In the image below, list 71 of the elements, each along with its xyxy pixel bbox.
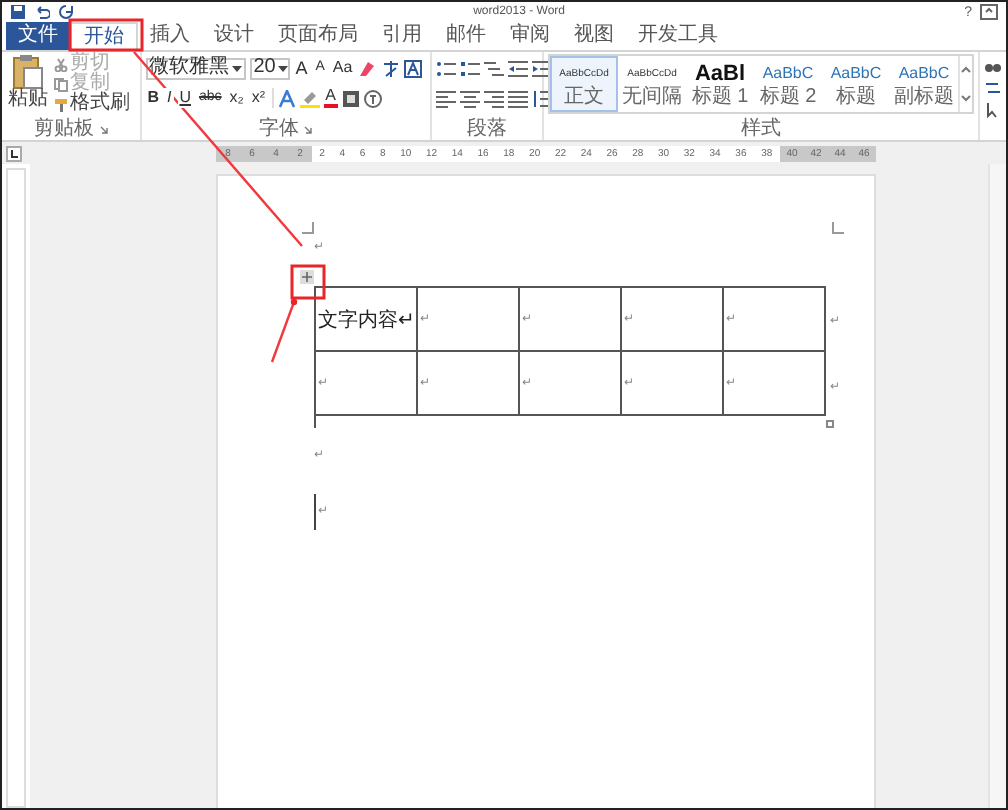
scroll-up-icon[interactable] (960, 64, 972, 76)
clear-format-icon[interactable] (358, 59, 379, 77)
ribbon-tab[interactable]: 插入 (138, 22, 202, 50)
text-cursor (314, 494, 316, 530)
highlight-box (68, 18, 144, 52)
ribbon-display-icon[interactable] (980, 4, 998, 20)
paste-button[interactable]: 粘贴 (6, 54, 50, 118)
format-button[interactable]: U (177, 88, 193, 108)
style-item[interactable]: AaBbC 标题 (822, 56, 890, 112)
enclose-character-icon[interactable] (363, 89, 382, 107)
scissors-icon (54, 57, 68, 71)
group-label: 剪贴板 (33, 119, 94, 139)
group-label: 段落 (467, 119, 507, 139)
ribbon-tab[interactable]: 页面布局 (266, 22, 370, 50)
annotation-line (270, 298, 298, 363)
table-resize-handle[interactable] (826, 420, 834, 428)
crop-mark (302, 222, 314, 234)
table-cell-text: 文字内容↵ (318, 307, 415, 333)
ribbon-tab[interactable]: 邮件 (434, 22, 498, 50)
copy-icon (54, 77, 68, 91)
style-item[interactable]: AaBbC 副标题 (890, 56, 958, 112)
font-name-field[interactable]: 微软雅黑 (145, 57, 246, 79)
undo-icon[interactable] (34, 4, 50, 20)
tab-selector-icon[interactable] (6, 145, 22, 161)
numbering-icon[interactable] (460, 59, 480, 77)
phonetic-icon[interactable] (382, 59, 401, 77)
grow-font-button[interactable]: A (293, 58, 310, 78)
format-button[interactable]: x₂ (227, 88, 246, 108)
binoculars-icon[interactable] (984, 58, 1002, 74)
redo-icon[interactable] (58, 4, 74, 20)
increase-indent-icon[interactable] (532, 59, 552, 77)
style-item[interactable]: AaBl 标题 1 (686, 56, 754, 112)
ribbon-tab[interactable]: 引用 (370, 22, 434, 50)
shading-icon[interactable] (341, 89, 360, 107)
align-right-icon[interactable] (484, 89, 504, 107)
format-button[interactable]: B (145, 88, 161, 108)
ribbon-tab[interactable]: 审阅 (498, 22, 562, 50)
ribbon-tab[interactable]: 文件 (6, 22, 70, 50)
group-label: 样式 (741, 119, 781, 139)
character-border-icon[interactable] (404, 59, 423, 77)
format-button[interactable]: x² (249, 88, 268, 108)
crop-mark (832, 222, 844, 234)
ribbon-tab[interactable]: 设计 (202, 22, 266, 50)
justify-icon[interactable] (508, 89, 528, 107)
scroll-down-icon[interactable] (960, 92, 972, 104)
brush-icon (54, 97, 68, 111)
dropdown-caret-icon (231, 65, 242, 71)
style-item[interactable]: AaBbC 标题 2 (754, 56, 822, 112)
vertical-scrollbar[interactable] (988, 164, 1006, 808)
multilevel-list-icon[interactable] (484, 59, 504, 77)
ribbon-tab[interactable]: 视图 (562, 22, 626, 50)
dropdown-caret-icon (277, 65, 288, 71)
move-handle-icon[interactable] (300, 270, 314, 284)
highlight-box (290, 264, 326, 300)
decrease-indent-icon[interactable] (508, 59, 528, 77)
save-icon[interactable] (10, 4, 26, 20)
align-left-icon[interactable] (436, 89, 456, 107)
bullets-icon[interactable] (436, 59, 456, 77)
highlighter-icon[interactable] (299, 89, 320, 107)
font-size-field[interactable]: 20 (249, 57, 290, 79)
dialog-launcher-icon[interactable] (99, 125, 108, 133)
font-color-button[interactable]: A (323, 88, 338, 108)
dialog-launcher-icon[interactable] (304, 125, 313, 133)
change-case-button[interactable]: Aa (330, 58, 355, 78)
ribbon-tab[interactable]: 开始 (70, 22, 138, 50)
align-center-icon[interactable] (460, 89, 480, 107)
text-effect-icon[interactable] (277, 89, 296, 107)
clipboard-button[interactable]: 格式刷 (54, 94, 130, 114)
ribbon-tab[interactable]: 开发工具 (626, 22, 730, 50)
group-label: 字体 (258, 119, 299, 139)
format-button[interactable]: I (164, 88, 174, 108)
